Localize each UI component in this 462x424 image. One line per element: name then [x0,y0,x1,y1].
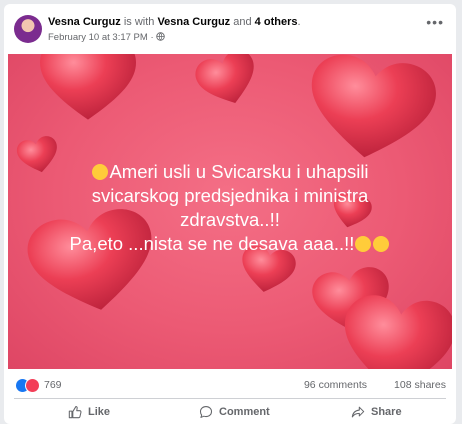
post-image[interactable]: Ameri usli u Svicarsku i uhapsili svicar… [8,54,452,369]
share-label: Share [371,406,402,418]
post-stats: 769 96 comments 108 shares [4,372,456,398]
comment-icon [199,406,213,418]
timestamp[interactable]: February 10 at 3:17 PM [48,32,148,43]
post-line-3: zdravstva..!! [180,209,280,230]
like-button[interactable]: Like [68,402,110,422]
post-meta: February 10 at 3:17 PM · [48,32,165,43]
reaction-count[interactable]: 769 [44,379,62,391]
divider [14,398,446,399]
meta-separator: · [150,32,154,43]
comments-count[interactable]: 96 comments [304,379,367,391]
avatar[interactable] [14,15,42,43]
author-link[interactable]: Vesna Curguz [48,16,121,28]
thumbs-up-icon [68,406,82,419]
post-header: Vesna Curguz is with Vesna Curguz and 4 … [4,4,456,50]
love-reaction-icon [25,378,40,393]
share-button[interactable]: Share [351,402,402,422]
post-line-1: Ameri usli u Svicarsku i uhapsili [109,161,369,182]
shares-count[interactable]: 108 shares [394,379,446,391]
action-bar: Like Comment Share [4,400,456,424]
post-title: Vesna Curguz is with Vesna Curguz and 4 … [48,16,301,28]
sunglasses-face-emoji [355,236,372,252]
title-period: . [297,16,301,28]
flushed-face-emoji [92,164,109,180]
and-text: and [233,16,252,28]
others-link[interactable]: 4 others [255,16,298,28]
post-line-2: svicarskog predsjednika i ministra [91,185,369,206]
like-label: Like [88,406,111,418]
share-arrow-icon [351,406,365,418]
tears-of-joy-emoji [373,236,390,252]
tagged-link[interactable]: Vesna Curguz [157,16,230,28]
comment-button[interactable]: Comment [199,402,270,422]
with-text: is with [123,16,155,28]
reaction-icons[interactable] [15,378,41,393]
comment-label: Comment [219,406,270,418]
post-text: Ameri usli u Svicarsku i uhapsili svicar… [8,160,452,256]
post-card: Vesna Curguz is with Vesna Curguz and 4 … [4,4,456,424]
post-line-4: Pa,eto ...nista se ne desava aaa..!! [69,233,355,254]
more-options-icon[interactable]: ••• [426,14,444,30]
globe-icon [156,32,165,41]
